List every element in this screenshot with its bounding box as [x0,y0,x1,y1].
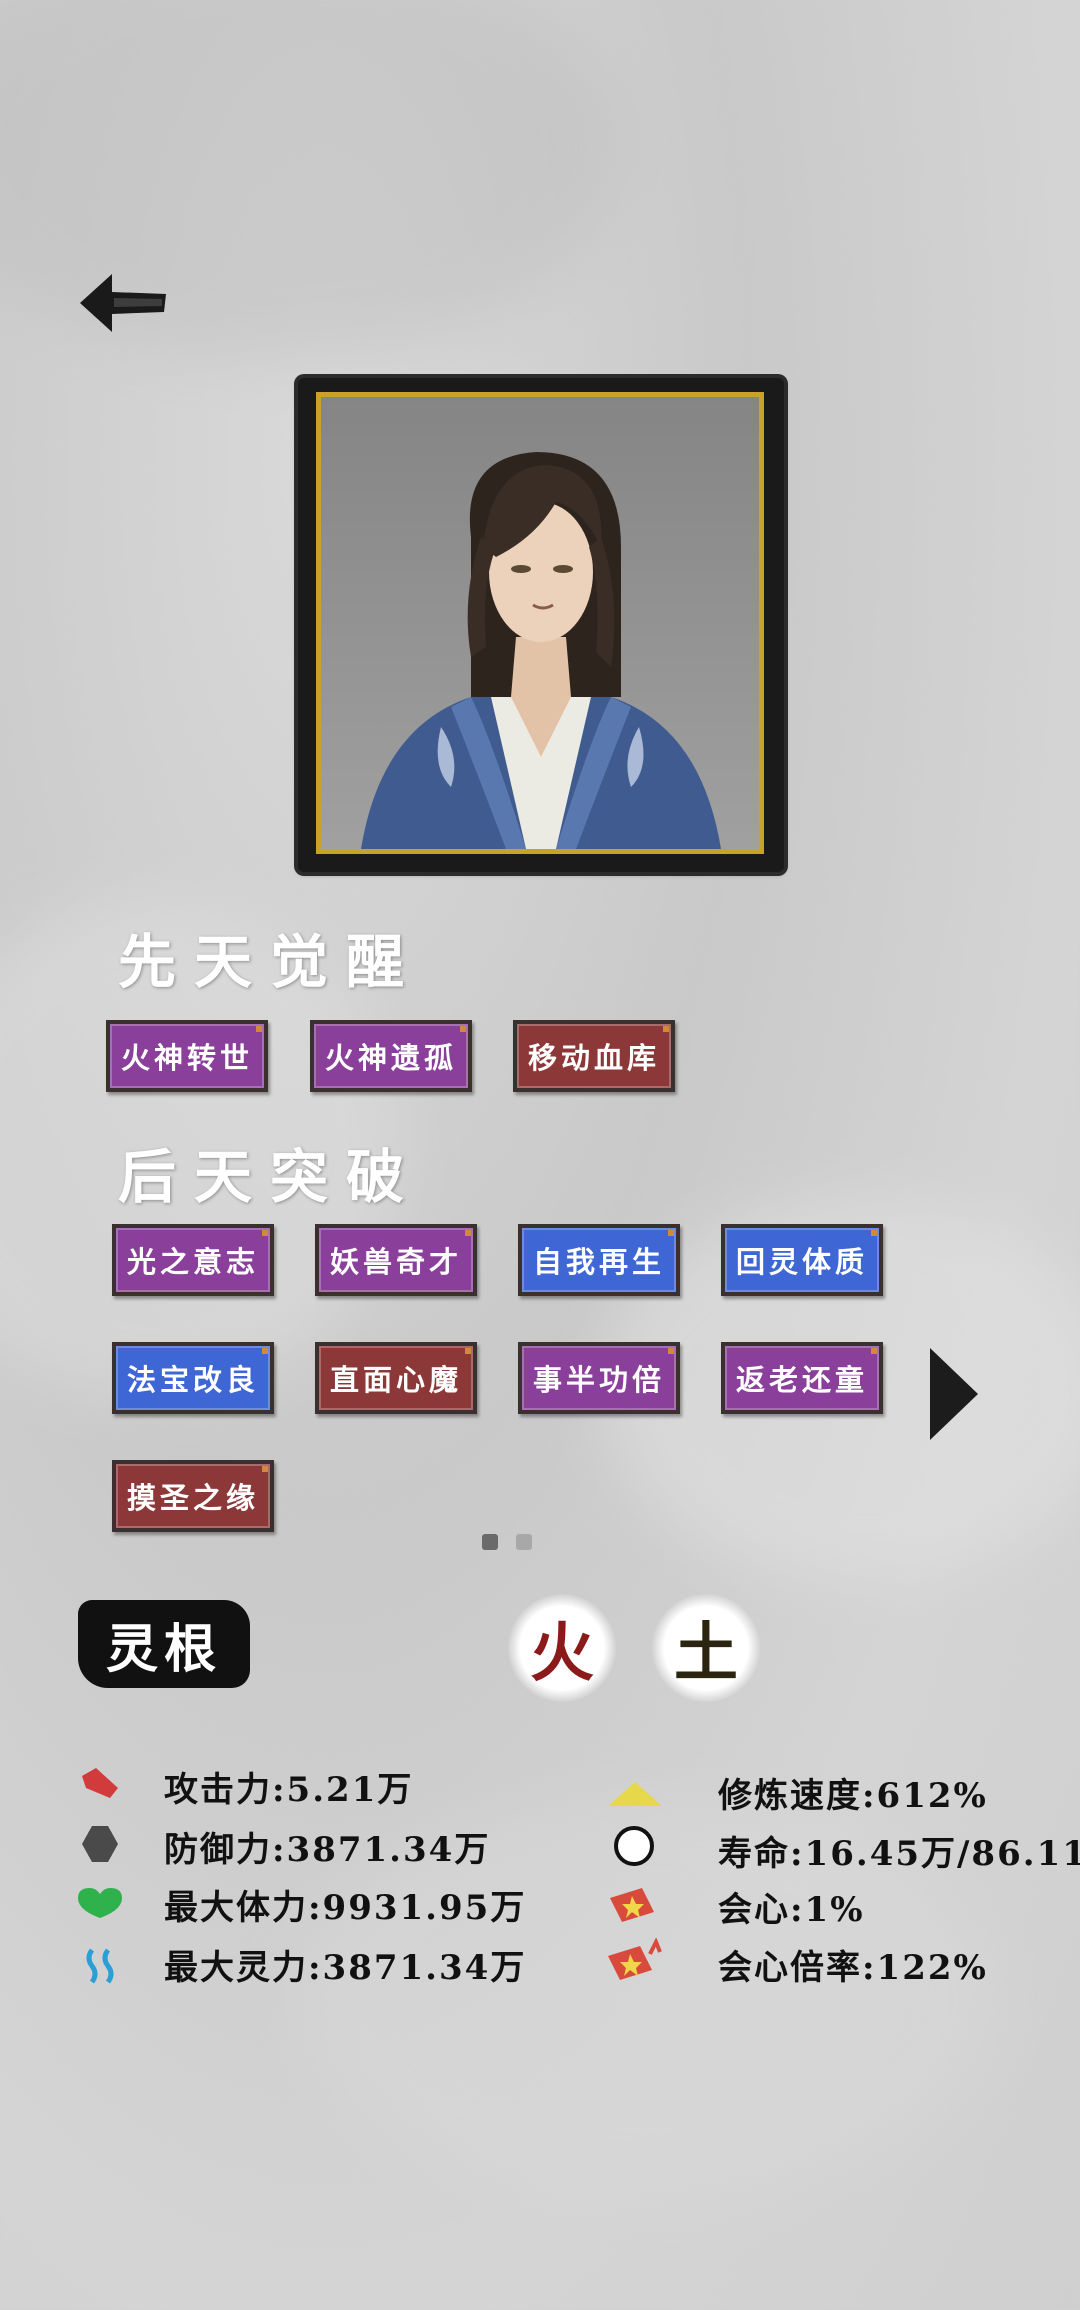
acquired-breakthrough-title: 后天突破 [118,1143,423,1211]
character-illustration [361,452,721,849]
spirit-root-label: 灵根 [78,1600,250,1688]
acquired-tag[interactable]: 自我再生 [518,1224,680,1296]
element-char: 土 [674,1616,738,1691]
innate-tag[interactable]: 移动血库 [513,1020,675,1092]
stat-max-hp: 最大体力:9931.95万 [164,1888,527,1928]
innate-tag[interactable]: 火神转世 [106,1020,268,1092]
acquired-tag[interactable]: 直面心魔 [315,1342,477,1414]
page-indicator-active [482,1534,498,1550]
page-indicator [516,1534,532,1550]
stat-crit-multiplier: 会心倍率:122% [718,1948,988,1988]
innate-tag[interactable]: 火神遗孤 [310,1020,472,1092]
acquired-tag[interactable]: 法宝改良 [112,1342,274,1414]
attack-icon [82,1768,118,1798]
stat-crit: 会心:1% [718,1890,865,1930]
stat-max-spirit: 最大灵力:3871.34万 [164,1948,527,1988]
stat-lifespan: 寿命:16.45万/86.11万 [718,1834,1080,1874]
defense-icon [82,1826,118,1862]
back-button[interactable] [78,270,170,336]
stat-defense: 防御力:3871.34万 [164,1830,491,1870]
lifespan-icon [614,1826,654,1866]
acquired-tag[interactable]: 回灵体质 [721,1224,883,1296]
hp-icon [78,1888,122,1918]
cultivation-speed-icon [608,1782,662,1806]
back-arrow-icon [80,274,166,332]
stat-cultivation-speed: 修炼速度:612% [718,1776,988,1816]
element-char: 火 [530,1616,594,1691]
character-portrait-frame [298,378,784,872]
spirit-root-fire: 火 [508,1594,616,1702]
acquired-tag[interactable]: 事半功倍 [518,1342,680,1414]
character-portrait [316,392,764,854]
stat-attack: 攻击力:5.21万 [164,1770,414,1810]
crit-multiplier-icon [608,1938,662,1980]
acquired-tag[interactable]: 返老还童 [721,1342,883,1414]
spirit-root-earth: 土 [652,1594,760,1702]
acquired-tag[interactable]: 摸圣之缘 [112,1460,274,1532]
innate-awakening-title: 先天觉醒 [118,928,423,996]
acquired-tag[interactable]: 妖兽奇才 [315,1224,477,1296]
acquired-tag[interactable]: 光之意志 [112,1224,274,1296]
crit-icon [610,1888,654,1922]
next-page-arrow-icon[interactable] [930,1348,978,1440]
spirit-icon [86,1948,114,1984]
